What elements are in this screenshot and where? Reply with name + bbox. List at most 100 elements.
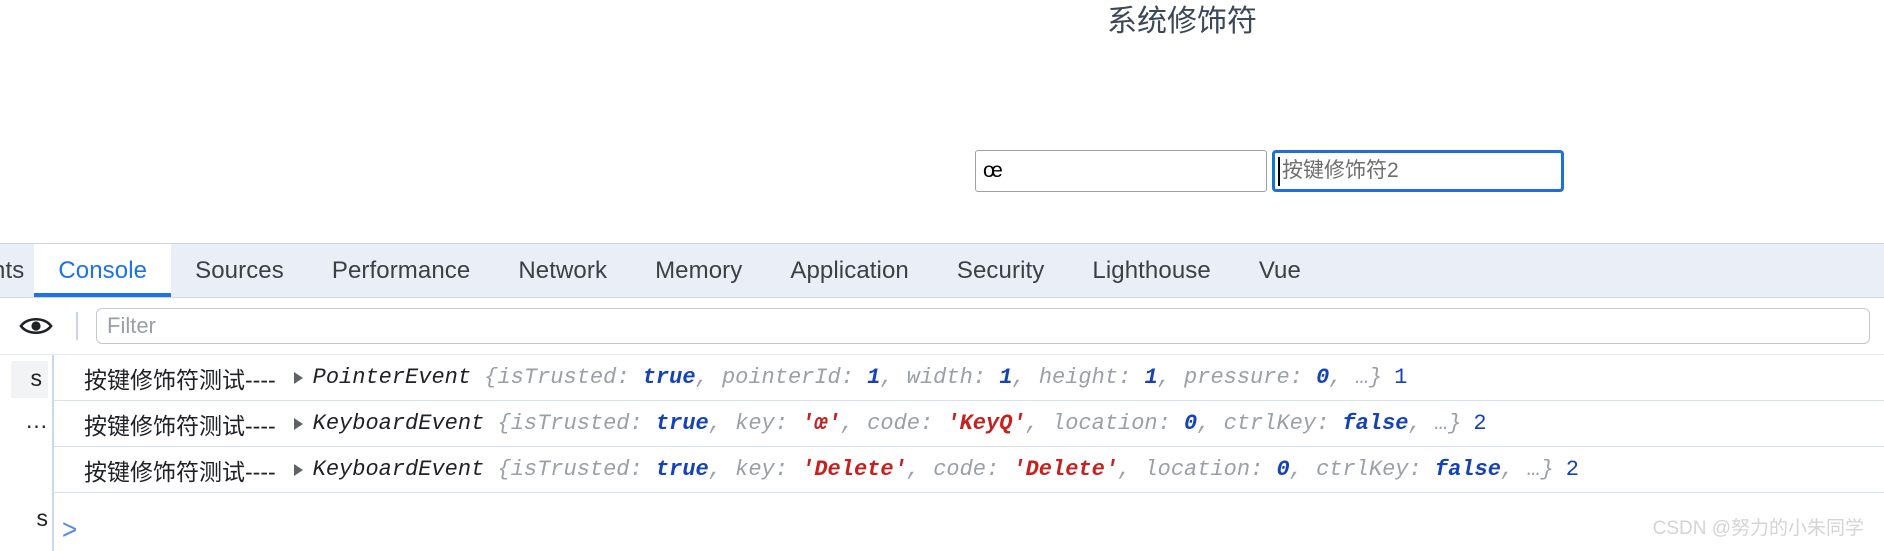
log-message-text: 按键修饰符测试---- <box>84 458 276 485</box>
key-modifier-input-2[interactable] <box>1272 150 1564 192</box>
object-class-name: PointerEvent <box>312 365 472 390</box>
object-property-key: key <box>735 411 775 436</box>
tab-label: Performance <box>331 256 471 284</box>
object-open-brace: { <box>471 365 498 390</box>
tab-network[interactable]: Network <box>494 244 631 297</box>
console-sidebar-item[interactable]: s <box>37 505 49 532</box>
console-log-row[interactable]: 按键修饰符测试---- KeyboardEvent {isTrusted: tru… <box>54 401 1884 447</box>
console-sidebar-item[interactable]: s <box>10 361 48 398</box>
object-ellipsis: … <box>1355 365 1369 390</box>
object-property-value: false <box>1434 457 1501 482</box>
object-colon: : <box>986 457 1013 482</box>
object-property-value: 'KeyQ' <box>946 411 1026 436</box>
tab-memory[interactable]: Memory <box>631 244 766 297</box>
tab-label: Sources <box>195 256 284 284</box>
tab-performance[interactable]: Performance <box>308 244 495 297</box>
object-colon: : <box>1289 365 1317 390</box>
log-message-text: 按键修饰符测试---- <box>84 366 276 393</box>
tab-label: Application <box>790 256 909 284</box>
tab-security[interactable]: Security <box>933 244 1069 297</box>
console-filter-input[interactable] <box>96 308 1870 344</box>
page-title: 系统修饰符 <box>1107 5 1257 38</box>
object-class-name: KeyboardEvent <box>312 457 485 482</box>
console-sidebar-item[interactable]: … <box>25 407 48 434</box>
object-property-value: false <box>1342 411 1409 436</box>
expand-triangle-icon[interactable] <box>293 463 303 476</box>
console-sidebar[interactable]: s … s <box>0 355 54 551</box>
object-comma: , <box>1289 457 1317 482</box>
logged-object[interactable]: PointerEvent {isTrusted: true, pointerId… <box>313 365 1382 390</box>
inputs-row <box>975 150 1564 192</box>
object-property-key: ctrlKey <box>1316 457 1409 482</box>
tab-nts[interactable]: nts <box>0 244 34 297</box>
object-comma: , <box>840 411 868 436</box>
eye-icon[interactable] <box>18 308 54 344</box>
object-class-name: KeyboardEvent <box>312 411 485 436</box>
console-prompt-row[interactable]: > <box>54 509 77 549</box>
console-body: s … s 按键修饰符测试---- PointerEvent {isTrusted: … <box>0 355 1884 551</box>
object-comma: , <box>1025 411 1053 436</box>
toolbar-divider <box>76 312 78 340</box>
object-colon: : <box>972 365 1000 390</box>
object-open-brace: { <box>484 411 511 436</box>
object-property-key: code <box>867 411 920 436</box>
logged-object[interactable]: KeyboardEvent {isTrusted: true, key: 'œ'… <box>313 411 1462 436</box>
browser-page-area: 系统修饰符 <box>0 0 1884 243</box>
object-comma: , <box>1329 365 1356 390</box>
console-log-row[interactable]: 按键修饰符测试---- KeyboardEvent {isTrusted: tru… <box>54 447 1884 493</box>
object-colon: : <box>1316 411 1343 436</box>
tab-label: Memory <box>655 256 743 284</box>
object-comma: , <box>1012 365 1039 390</box>
log-second-argument: 2 <box>1565 457 1579 482</box>
object-comma: , <box>708 457 736 482</box>
object-colon: : <box>1118 365 1145 390</box>
tab-label: Console <box>58 256 148 284</box>
object-property-value: 0 <box>1276 457 1290 482</box>
object-property-value: true <box>655 411 709 436</box>
object-comma: , <box>906 457 934 482</box>
logged-object[interactable]: KeyboardEvent {isTrusted: true, key: 'De… <box>313 457 1554 482</box>
tab-console[interactable]: Console <box>34 244 172 297</box>
object-colon: : <box>919 411 947 436</box>
tab-label: Lighthouse <box>1092 256 1211 284</box>
object-property-value: 1 <box>867 365 881 390</box>
object-property-value: 'œ' <box>801 411 841 436</box>
expand-triangle-icon[interactable] <box>293 417 303 430</box>
expand-triangle-icon[interactable] <box>293 371 303 384</box>
console-log-list: 按键修饰符测试---- PointerEvent {isTrusted: true… <box>54 355 1884 551</box>
object-property-key: isTrusted <box>497 365 617 390</box>
object-comma: , <box>1197 411 1224 436</box>
object-ellipsis: … <box>1434 411 1449 436</box>
object-property-value: 'Delete' <box>1012 457 1119 482</box>
object-close-brace: } <box>1368 365 1383 390</box>
object-property-key: pressure <box>1184 365 1290 390</box>
tab-label: Security <box>956 256 1045 284</box>
object-comma: , <box>1157 365 1185 390</box>
csdn-watermark: CSDN @努力的小朱同学 <box>1652 518 1864 539</box>
key-modifier-input-1[interactable] <box>975 150 1267 192</box>
object-property-value: 'Delete' <box>801 457 907 482</box>
object-comma: , <box>1408 411 1435 436</box>
object-property-key: key <box>735 457 775 482</box>
object-property-value: 0 <box>1316 365 1330 390</box>
text-caret <box>1278 157 1280 186</box>
object-open-brace: { <box>484 457 511 482</box>
object-property-key: location <box>1052 411 1158 436</box>
tab-lighthouse[interactable]: Lighthouse <box>1068 244 1234 297</box>
devtools-tabbar: nts Console Sources Performance Network Memor… <box>0 244 1884 298</box>
object-colon: : <box>1250 457 1277 482</box>
tab-label: Network <box>518 256 608 284</box>
tab-sources[interactable]: Sources <box>171 244 308 297</box>
object-property-key: ctrlKey <box>1223 411 1317 436</box>
object-comma: , <box>880 365 907 390</box>
object-property-value: 1 <box>1144 365 1158 390</box>
object-property-key: width <box>906 365 973 390</box>
object-comma: , <box>695 365 722 390</box>
object-colon: : <box>629 411 656 436</box>
console-log-row[interactable]: 按键修饰符测试---- PointerEvent {isTrusted: true… <box>54 355 1884 401</box>
object-comma: , <box>1118 457 1145 482</box>
tab-application[interactable]: Application <box>766 244 933 297</box>
chevron-right-icon: > <box>62 511 78 545</box>
log-message-text: 按键修饰符测试---- <box>84 412 276 439</box>
tab-vue[interactable]: Vue <box>1235 244 1325 297</box>
